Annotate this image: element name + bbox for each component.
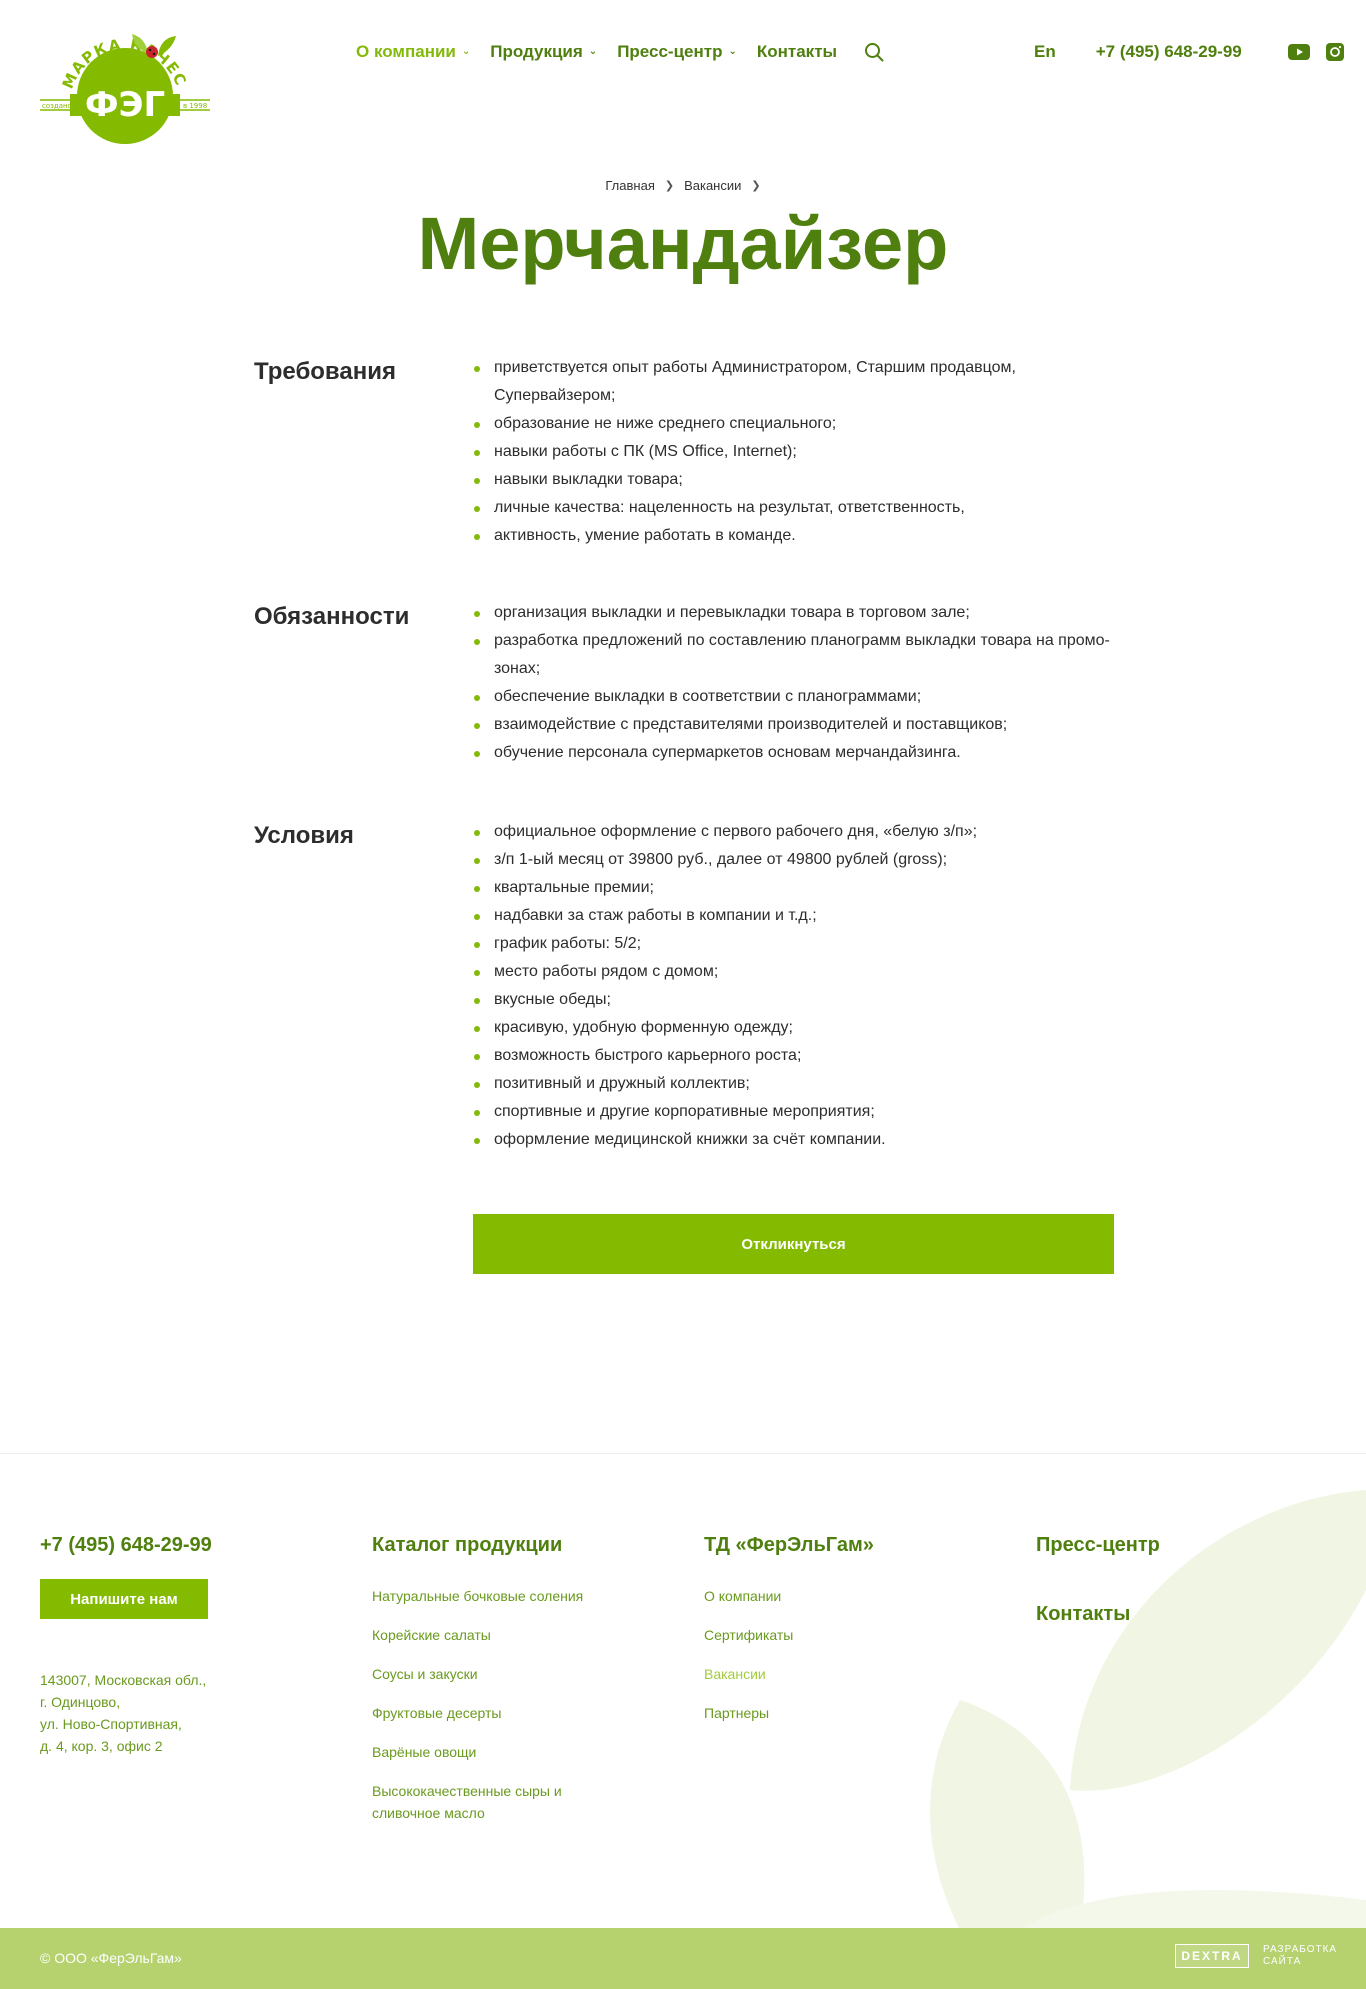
header-phone[interactable]: +7 (495) 648-29-99 <box>1096 42 1242 62</box>
write-us-button[interactable]: Напишите нам <box>40 1579 208 1619</box>
nav-item-press[interactable]: Пресс-центр ⌄ <box>617 42 737 62</box>
catalog-link[interactable]: Корейские салаты <box>372 1624 592 1646</box>
list-item: оформление медицинской книжки за счёт ко… <box>474 1126 1114 1154</box>
address-line: г. Одинцово, <box>40 1694 121 1710</box>
company-links: О компании Сертификаты Вакансии Партнеры <box>704 1585 924 1724</box>
address-line: д. 4, кор. 3, офис 2 <box>40 1738 163 1754</box>
logo-emblem-icon: МАРКА КАЧЕСТВА ФЭГ создано в 1998 <box>33 4 210 144</box>
logo-right-text: в 1998 <box>183 102 207 110</box>
search-icon[interactable] <box>863 41 885 63</box>
chevron-right-icon: ❯ <box>664 180 675 192</box>
section-title: Условия <box>254 822 354 849</box>
list-item: официальное оформление с первого рабочег… <box>474 818 1114 846</box>
press-link[interactable]: Пресс-центр <box>1036 1534 1160 1557</box>
site-header: МАРКА КАЧЕСТВА ФЭГ создано в 1998 О комп… <box>0 0 1366 160</box>
address: 143007, Московская обл., г. Одинцово, ул… <box>40 1669 212 1757</box>
nav-item-label: Контакты <box>756 42 838 61</box>
footer-catalog-column: Каталог продукции Натуральные бочковые с… <box>372 1534 592 1824</box>
catalog-link[interactable]: Фруктовые десерты <box>372 1702 592 1724</box>
list-item: организация выкладки и перевыкладки това… <box>474 599 1114 627</box>
chevron-down-icon: ⌄ <box>728 46 737 57</box>
company-title[interactable]: ТД «ФерЭльГам» <box>704 1534 924 1557</box>
footer-company-column: ТД «ФерЭльГам» О компании Сертификаты Ва… <box>704 1534 924 1724</box>
logo-brand: ФЭГ <box>85 85 165 125</box>
duties-list: организация выкладки и перевыкладки това… <box>474 599 1114 767</box>
logo[interactable]: МАРКА КАЧЕСТВА ФЭГ создано в 1998 <box>33 4 210 146</box>
list-item: позитивный и дружный коллектив; <box>474 1070 1114 1098</box>
catalog-links: Натуральные бочковые соления Корейские с… <box>372 1585 592 1824</box>
list-item: з/п 1-ый месяц от 39800 руб., далее от 4… <box>474 846 1114 874</box>
company-link-partners[interactable]: Партнеры <box>704 1702 924 1724</box>
catalog-link[interactable]: Высококачественные сыры и сливочное масл… <box>372 1780 592 1824</box>
developer-text: РАЗРАБОТКА САЙТА <box>1263 1944 1338 1967</box>
address-line: 143007, Московская обл., <box>40 1672 207 1688</box>
language-switch[interactable]: En <box>1034 42 1056 62</box>
nav-item-company[interactable]: О компании ⌄ <box>356 42 470 62</box>
list-item: разработка предложений по составлению пл… <box>474 627 1114 683</box>
list-item: обеспечение выкладки в соответствии с пл… <box>474 683 1114 711</box>
section-title: Обязанности <box>254 603 410 630</box>
list-item: график работы: 5/2; <box>474 930 1114 958</box>
requirements-list: приветствуется опыт работы Администратор… <box>474 354 1114 550</box>
list-item: навыки выкладки товара; <box>474 466 1114 494</box>
instagram-icon[interactable] <box>1324 41 1346 63</box>
list-item: взаимодействие с представителями произво… <box>474 711 1114 739</box>
breadcrumb: Главная ❯ Вакансии ❯ <box>0 178 1366 193</box>
catalog-link[interactable]: Соусы и закуски <box>372 1663 592 1685</box>
catalog-link[interactable]: Натуральные бочковые соления <box>372 1585 592 1607</box>
list-item: образование не ниже среднего специальног… <box>474 410 1114 438</box>
nav-item-contacts[interactable]: Контакты <box>757 42 837 62</box>
page-title: Мерчандайзер <box>417 202 949 285</box>
developer-logo: DEXTRA <box>1175 1944 1249 1968</box>
breadcrumb-home[interactable]: Главная <box>605 178 654 193</box>
list-item: красивую, удобную форменную одежду; <box>474 1014 1114 1042</box>
footer-press-column: Пресс-центр Контакты <box>1036 1534 1160 1626</box>
list-item: вкусные обеды; <box>474 986 1114 1014</box>
apply-button[interactable]: Откликнуться <box>473 1214 1114 1274</box>
company-link-certificates[interactable]: Сертификаты <box>704 1624 924 1646</box>
list-item: возможность быстрого карьерного роста; <box>474 1042 1114 1070</box>
header-right: En +7 (495) 648-29-99 <box>1034 40 1346 64</box>
footer-contact-column: +7 (495) 648-29-99 Напишите нам 143007, … <box>40 1534 212 1757</box>
nav-item-label: Продукция <box>490 42 583 61</box>
list-item: приветствуется опыт работы Администратор… <box>474 354 1114 410</box>
company-link-vacancies[interactable]: Вакансии <box>704 1663 924 1685</box>
catalog-link[interactable]: Варёные овощи <box>372 1741 592 1763</box>
chevron-down-icon: ⌄ <box>461 46 471 57</box>
list-item: квартальные премии; <box>474 874 1114 902</box>
list-item: навыки работы с ПК (MS Office, Internet)… <box>474 438 1114 466</box>
list-item: обучение персонала супермаркетов основам… <box>474 739 1114 767</box>
company-link-about[interactable]: О компании <box>704 1585 924 1607</box>
list-item: активность, умение работать в команде. <box>474 522 1114 550</box>
list-item: надбавки за стаж работы в компании и т.д… <box>474 902 1114 930</box>
section-title: Требования <box>254 358 396 385</box>
youtube-icon[interactable] <box>1287 41 1310 63</box>
chevron-down-icon: ⌄ <box>588 46 598 57</box>
catalog-title[interactable]: Каталог продукции <box>372 1534 592 1557</box>
breadcrumb-vacancies[interactable]: Вакансии <box>684 178 741 193</box>
copyright: © ООО «ФерЭльГам» <box>40 1950 182 1966</box>
main-nav: О компании ⌄ Продукция ⌄ Пресс-центр ⌄ К… <box>356 40 885 64</box>
nav-item-products[interactable]: Продукция ⌄ <box>490 42 597 62</box>
list-item: место работы рядом с домом; <box>474 958 1114 986</box>
footer-bottom-bar: © ООО «ФерЭльГам» DEXTRA РАЗРАБОТКА САЙТ… <box>0 1928 1366 1989</box>
footer-divider <box>0 1453 1366 1454</box>
list-item: спортивные и другие корпоративные меропр… <box>474 1098 1114 1126</box>
logo-left-text: создано <box>42 102 72 110</box>
nav-item-label: О компании <box>356 42 456 61</box>
conditions-list: официальное оформление с первого рабочег… <box>474 818 1114 1154</box>
developer-credit[interactable]: DEXTRA РАЗРАБОТКА САЙТА <box>1175 1944 1343 1968</box>
contacts-link[interactable]: Контакты <box>1036 1603 1160 1626</box>
footer-phone[interactable]: +7 (495) 648-29-99 <box>40 1534 212 1556</box>
list-item: личные качества: нацеленность на результ… <box>474 494 1114 522</box>
address-line: ул. Ново-Спортивная, <box>40 1716 182 1732</box>
chevron-right-icon: ❯ <box>751 180 761 192</box>
nav-item-label: Пресс-центр <box>617 42 723 61</box>
